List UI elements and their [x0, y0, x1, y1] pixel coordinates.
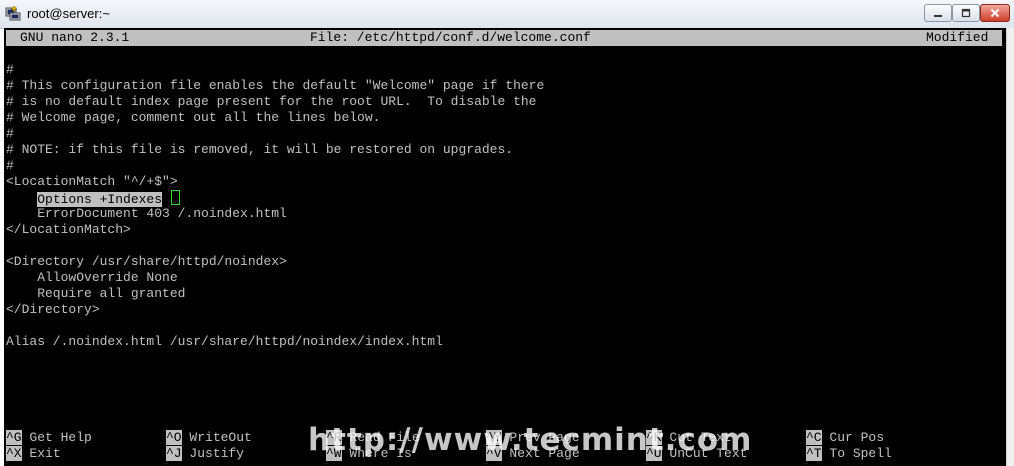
- nano-modified-status: Modified: [926, 30, 989, 45]
- shortcut-key: ^G: [6, 430, 22, 445]
- editor-line-options[interactable]: Options +Indexes: [6, 190, 180, 207]
- window-title: root@server:~: [27, 6, 110, 21]
- shortcut-justify[interactable]: ^J Justify: [166, 446, 244, 462]
- shortcut-key: ^W: [326, 446, 342, 461]
- vertical-scrollbar[interactable]: [1006, 28, 1014, 466]
- shortcut-where-is[interactable]: ^W Where Is: [326, 446, 412, 462]
- text-cursor: [170, 190, 180, 205]
- selected-text[interactable]: Options +Indexes: [37, 192, 163, 207]
- shortcut-key: ^J: [166, 446, 182, 461]
- shortcut-key: ^T: [806, 446, 822, 461]
- shortcut-key: ^R: [326, 430, 342, 445]
- editor-line[interactable]: <Directory /usr/share/httpd/noindex>: [6, 254, 287, 270]
- editor-line[interactable]: ErrorDocument 403 /.noindex.html: [6, 206, 287, 222]
- nano-version: GNU nano 2.3.1: [20, 30, 130, 45]
- shortcut-key: ^O: [166, 430, 182, 445]
- shortcut-uncut-text[interactable]: ^U UnCut Text: [646, 446, 747, 462]
- close-button[interactable]: [980, 4, 1010, 22]
- editor-line[interactable]: AllowOverride None: [6, 270, 177, 286]
- shortcut-label: Justify: [189, 446, 245, 461]
- shortcut-next-page[interactable]: ^V Next Page: [486, 446, 580, 462]
- shortcut-cur-pos[interactable]: ^C Cur Pos: [806, 430, 884, 446]
- shortcut-cut-text[interactable]: ^K Cut Text: [646, 430, 732, 446]
- minimize-button[interactable]: [924, 4, 952, 22]
- editor-line[interactable]: # Welcome page, comment out all the line…: [6, 110, 380, 126]
- minimize-icon: [934, 15, 942, 17]
- editor-line[interactable]: # NOTE: if this file is removed, it will…: [6, 142, 513, 158]
- editor-line[interactable]: # is no default index page present for t…: [6, 94, 537, 110]
- editor-line[interactable]: </Directory>: [6, 302, 100, 318]
- shortcut-label: UnCut Text: [669, 446, 748, 461]
- shortcut-key: ^U: [646, 446, 662, 461]
- shortcut-label: Exit: [29, 446, 61, 461]
- shortcut-key: ^K: [646, 430, 662, 445]
- editor-line[interactable]: #: [6, 158, 14, 174]
- terminal-area[interactable]: GNU nano 2.3.1 File: /etc/httpd/conf.d/w…: [4, 28, 1006, 466]
- editor-line[interactable]: Require all granted: [6, 286, 185, 302]
- shortcut-label: Cur Pos: [829, 430, 885, 445]
- shortcut-prev-page[interactable]: ^Y Prev Page: [486, 430, 580, 446]
- shortcut-read-file[interactable]: ^R Read File: [326, 430, 420, 446]
- shortcut-label: Get Help: [29, 430, 92, 445]
- shortcut-writeout[interactable]: ^O WriteOut: [166, 430, 252, 446]
- editor-line[interactable]: <LocationMatch "^/+$">: [6, 174, 178, 190]
- shortcut-label: Where Is: [349, 446, 412, 461]
- shortcut-label: WriteOut: [189, 430, 252, 445]
- shortcut-label: Cut Text: [669, 430, 732, 445]
- shortcut-key: ^Y: [486, 430, 502, 445]
- editor-line[interactable]: </LocationMatch>: [6, 222, 131, 238]
- shortcut-to-spell[interactable]: ^T To Spell: [806, 446, 892, 462]
- shortcut-exit[interactable]: ^X Exit: [6, 446, 61, 462]
- window-titlebar: root@server:~: [0, 0, 1014, 29]
- editor-line[interactable]: Alias /.noindex.html /usr/share/httpd/no…: [6, 334, 443, 350]
- editor-line[interactable]: #: [6, 126, 14, 142]
- maximize-button[interactable]: [952, 4, 980, 22]
- editor-line[interactable]: # This configuration file enables the de…: [6, 78, 544, 94]
- shortcut-label: To Spell: [829, 446, 892, 461]
- putty-terminal-icon[interactable]: [5, 5, 21, 21]
- editor-line[interactable]: #: [6, 62, 14, 78]
- shortcut-label: Prev Page: [509, 430, 580, 445]
- nano-header-bar: GNU nano 2.3.1 File: /etc/httpd/conf.d/w…: [6, 30, 1002, 46]
- close-icon: [990, 8, 1000, 18]
- shortcut-label: Next Page: [509, 446, 580, 461]
- maximize-icon: [961, 8, 971, 18]
- nano-file-path: File: /etc/httpd/conf.d/welcome.conf: [310, 30, 591, 45]
- shortcut-key: ^C: [806, 430, 822, 445]
- shortcut-get-help[interactable]: ^G Get Help: [6, 430, 92, 446]
- shortcut-label: Read File: [349, 430, 420, 445]
- shortcut-key: ^V: [486, 446, 502, 461]
- shortcut-key: ^X: [6, 446, 22, 461]
